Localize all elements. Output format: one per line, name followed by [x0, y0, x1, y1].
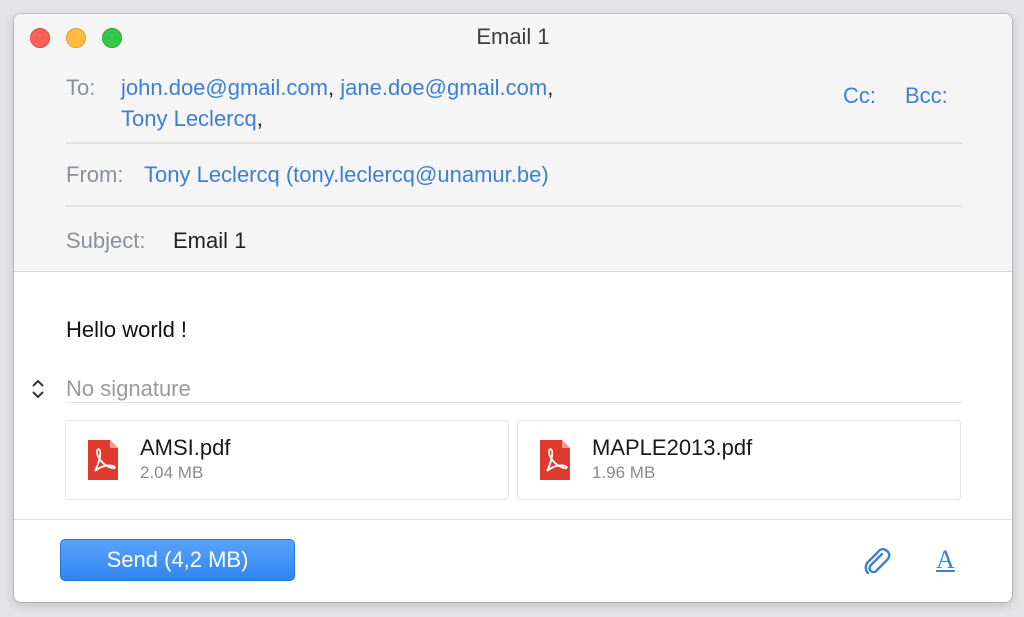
header-divider	[66, 142, 962, 144]
signature-divider	[66, 402, 962, 403]
compose-header: Email 1 To: john.doe@gmail.com, jane.doe…	[14, 14, 1012, 272]
signature-selector[interactable]: No signature	[66, 376, 191, 402]
recipient-separator: ,	[256, 106, 263, 131]
recipient-separator: ,	[328, 75, 341, 100]
signature-row: No signature	[28, 376, 962, 404]
attachment-card[interactable]: AMSI.pdf 2.04 MB	[65, 420, 509, 500]
recipient-separator: ,	[547, 75, 554, 100]
attachment-name: MAPLE2013.pdf	[592, 435, 753, 460]
recipient-token[interactable]: john.doe@gmail.com	[121, 75, 328, 100]
cc-button[interactable]: Cc:	[843, 83, 876, 109]
pdf-icon	[88, 440, 118, 480]
compose-window: Email 1 To: john.doe@gmail.com, jane.doe…	[14, 14, 1012, 602]
signature-selector-icon[interactable]	[28, 376, 48, 402]
format-text-icon[interactable]: A	[936, 545, 955, 575]
subject-field[interactable]: Email 1	[173, 228, 246, 254]
attachment-size: 2.04 MB	[140, 463, 204, 482]
from-selector[interactable]: Tony Leclercq (tony.leclercq@unamur.be)	[144, 162, 549, 188]
window-title: Email 1	[476, 24, 550, 49]
recipient-token[interactable]: Tony Leclercq	[121, 106, 257, 131]
attachment-card[interactable]: MAPLE2013.pdf 1.96 MB	[517, 420, 961, 500]
paperclip-icon[interactable]	[860, 545, 892, 577]
to-label: To:	[66, 75, 96, 100]
attachment-size: 1.96 MB	[592, 463, 656, 482]
message-body[interactable]: Hello world !	[66, 317, 187, 343]
from-label: From:	[66, 162, 124, 187]
header-divider	[66, 205, 962, 207]
attachment-name: AMSI.pdf	[140, 435, 231, 460]
to-recipients-line2: Tony Leclercq,	[121, 106, 263, 132]
send-button[interactable]: Send (4,2 MB)	[60, 539, 295, 581]
recipient-token[interactable]: jane.doe@gmail.com	[340, 75, 547, 100]
footer-divider	[14, 519, 1012, 520]
pdf-icon	[540, 440, 570, 480]
to-recipients-line1: john.doe@gmail.com, jane.doe@gmail.com,	[121, 75, 553, 101]
bcc-button[interactable]: Bcc:	[905, 83, 948, 109]
subject-label: Subject:	[66, 228, 146, 253]
